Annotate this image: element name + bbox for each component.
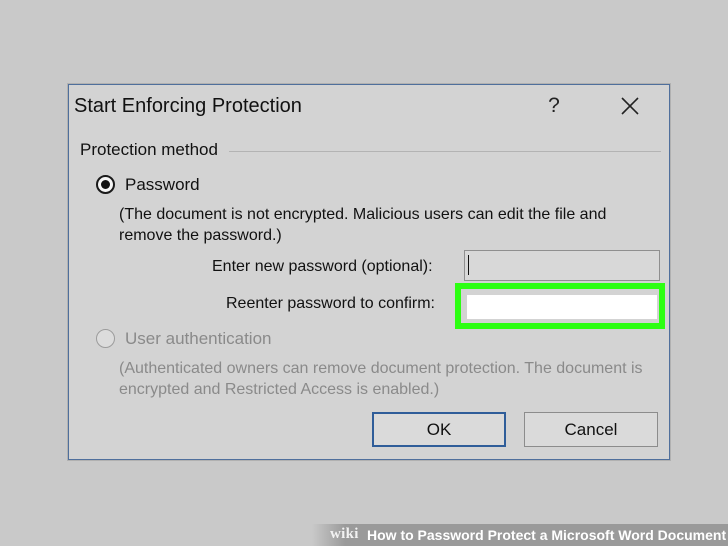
user-authentication-radio[interactable] bbox=[96, 329, 115, 348]
dialog-titlebar[interactable]: Start Enforcing Protection ? bbox=[69, 85, 669, 127]
user-authentication-label[interactable]: User authentication bbox=[125, 329, 271, 349]
text-caret bbox=[468, 255, 469, 275]
wikihow-caption: wiki How to Password Protect a Microsoft… bbox=[312, 524, 728, 546]
group-divider bbox=[229, 151, 661, 152]
close-icon bbox=[621, 97, 639, 115]
confirm-password-label: Reenter password to confirm: bbox=[226, 295, 435, 312]
new-password-label: Enter new password (optional): bbox=[212, 258, 433, 275]
start-enforcing-protection-dialog: Start Enforcing Protection ? Protection … bbox=[68, 84, 670, 460]
confirm-password-input[interactable] bbox=[467, 295, 657, 319]
cancel-button[interactable]: Cancel bbox=[524, 412, 658, 447]
ok-button[interactable]: OK bbox=[372, 412, 506, 447]
password-description: (The document is not encrypted. Maliciou… bbox=[119, 206, 607, 244]
password-radio[interactable] bbox=[96, 175, 115, 194]
help-button[interactable]: ? bbox=[541, 91, 567, 121]
protection-method-label: Protection method bbox=[80, 140, 218, 160]
password-radio-label[interactable]: Password bbox=[125, 175, 200, 195]
caption-title: How to Password Protect a Microsoft Word… bbox=[367, 527, 727, 543]
dialog-title: Start Enforcing Protection bbox=[74, 95, 302, 117]
close-button[interactable] bbox=[613, 91, 647, 121]
caption-brand: wiki bbox=[330, 526, 359, 542]
confirm-password-highlight bbox=[455, 283, 665, 329]
new-password-input[interactable] bbox=[464, 250, 660, 281]
user-authentication-description: (Authenticated owners can remove documen… bbox=[119, 360, 643, 398]
